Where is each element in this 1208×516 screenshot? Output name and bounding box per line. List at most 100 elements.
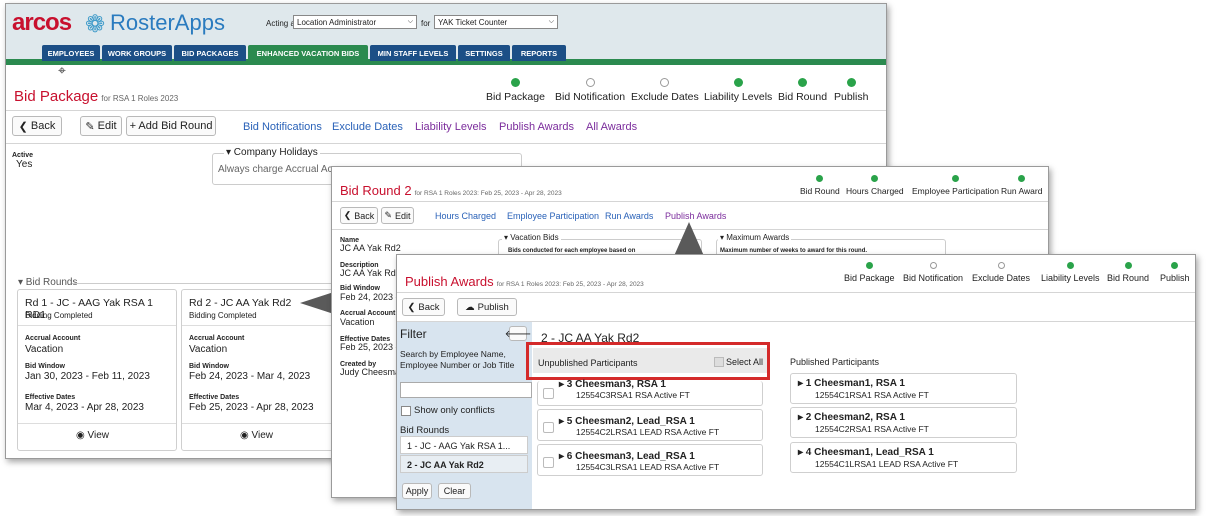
view-button[interactable]: ◉ View <box>240 430 273 441</box>
page-title: Bid Round 2 for RSA 1 Roles 2023: Feb 25… <box>340 183 562 198</box>
page-subtitle: for RSA 1 Roles 2023 <box>101 94 179 103</box>
tab-enhanced-vacation-bids[interactable]: ENHANCED VACATION BIDS <box>248 45 368 61</box>
filter-search-input[interactable] <box>400 382 532 398</box>
bid-rounds-label: Bid Rounds <box>400 425 450 436</box>
bid-window-label: Bid Window <box>340 285 380 292</box>
vacation-bids-title[interactable]: ▾ Vacation Bids <box>502 233 561 242</box>
unpublished-participant[interactable]: ▸ 3 Cheesman3, RSA 1 12554C3RSA1 RSA Act… <box>537 379 763 406</box>
tab-work-groups[interactable]: WORK GROUPS <box>102 45 172 61</box>
participant-detail: 12554C2LRSA1 LEAD RSA Active FT <box>576 427 720 437</box>
divider <box>397 292 1195 293</box>
unpublished-participant[interactable]: ▸ 6 Cheesman3, Lead_RSA 1 12554C3LRSA1 L… <box>537 444 763 476</box>
tab-settings[interactable]: SETTINGS <box>458 45 510 61</box>
participant-detail: 12554C1RSA1 RSA Active FT <box>815 390 929 400</box>
page-title-text: Bid Package <box>14 88 99 105</box>
step-employee-participation: Employee Participation <box>912 175 999 196</box>
link-all-awards[interactable]: All Awards <box>586 121 637 133</box>
active-value: Yes <box>16 159 33 170</box>
link-run-awards[interactable]: Run Awards <box>605 211 653 221</box>
step-bid-notification: Bid Notification <box>555 78 625 103</box>
link-hours-charged[interactable]: Hours Charged <box>435 211 496 221</box>
step-publish: Publish <box>834 78 868 103</box>
step-liability-levels: Liability Levels <box>704 78 772 103</box>
accrual-label: Accrual Account <box>340 310 396 317</box>
role-select[interactable]: Location Administrator ⌵ <box>293 15 417 29</box>
tab-reports[interactable]: REPORTS <box>512 45 566 61</box>
published-participant[interactable]: ▸ 2 Cheesman2, RSA 1 12554C2RSA1 RSA Act… <box>790 407 1017 438</box>
accrual-value: Vacation <box>189 344 228 355</box>
maximum-awards-title[interactable]: ▾ Maximum Awards <box>718 233 792 242</box>
arcos-logo[interactable]: arcos <box>12 9 72 37</box>
bid-round-option-1[interactable]: 1 - JC - AAG Yak RSA 1... <box>400 436 528 454</box>
location-select[interactable]: YAK Ticket Counter ⌵ <box>434 15 558 29</box>
back-button[interactable]: ❮ Back <box>402 298 445 316</box>
show-only-conflicts-label: Show only conflicts <box>414 405 495 416</box>
view-button[interactable]: ◉ View <box>76 430 109 441</box>
eye-icon: ◉ <box>76 430 88 441</box>
bid-window-value: Jan 30, 2023 - Feb 11, 2023 <box>25 371 150 382</box>
link-publish-awards[interactable]: Publish Awards <box>499 121 574 133</box>
tab-min-staff-levels[interactable]: MIN STAFF LEVELS <box>370 45 456 61</box>
step-bid-package: Bid Package <box>844 262 895 283</box>
edit-button[interactable]: ✎ Edit <box>80 116 122 136</box>
step-run-award: Run Award <box>1001 175 1042 196</box>
apply-button[interactable]: Apply <box>402 483 432 499</box>
back-button[interactable]: ❮ Back <box>340 207 378 224</box>
check-icon <box>1124 262 1132 269</box>
divider <box>6 110 886 111</box>
divider <box>332 201 1048 202</box>
chevron-down-icon: ⌵ <box>548 18 554 25</box>
show-only-conflicts-checkbox[interactable] <box>401 406 411 416</box>
rosterapps-logo-icon: ❁ <box>85 11 106 38</box>
bid-round-option-2[interactable]: 2 - JC AA Yak Rd2 <box>400 455 528 473</box>
participant-name: ▸ 5 Cheesman2, Lead_RSA 1 <box>559 416 695 427</box>
participant-checkbox[interactable] <box>543 422 554 433</box>
arrow-left-icon: 🡐 <box>504 328 532 340</box>
link-exclude-dates[interactable]: Exclude Dates <box>332 121 403 133</box>
participant-detail: 12554C3LRSA1 LEAD RSA Active FT <box>576 462 720 472</box>
unpublished-participant[interactable]: ▸ 5 Cheesman2, Lead_RSA 1 12554C2LRSA1 L… <box>537 409 763 441</box>
clear-button[interactable]: Clear <box>438 483 471 499</box>
chevron-left-icon: ❮ <box>18 120 28 133</box>
step-bid-round: Bid Round <box>800 175 840 196</box>
published-participant[interactable]: ▸ 1 Cheesman1, RSA 1 12554C1RSA1 RSA Act… <box>790 373 1017 404</box>
link-liability-levels[interactable]: Liability Levels <box>415 121 487 133</box>
participant-checkbox[interactable] <box>543 388 554 399</box>
edit-button[interactable]: ✎ Edit <box>381 207 414 224</box>
active-label: Active <box>12 152 34 159</box>
accrual-value: Vacation <box>25 344 64 355</box>
bid-rounds-title[interactable]: ▾ Bid Rounds <box>18 277 78 288</box>
page-subtitle: for RSA 1 Roles 2023: Feb 25, 2023 - Apr… <box>496 281 644 288</box>
pencil-icon: ✎ <box>384 210 393 220</box>
round-status: Bidding Completed <box>189 311 257 320</box>
page-title-text: Publish Awards <box>405 274 494 289</box>
chevron-left-icon: ❮ <box>407 301 416 313</box>
step-bid-round: Bid Round <box>1107 262 1149 283</box>
circle-icon <box>585 78 595 87</box>
circle-icon <box>929 262 937 269</box>
link-employee-participation[interactable]: Employee Participation <box>507 211 599 221</box>
add-bid-round-button[interactable]: + Add Bid Round <box>126 116 216 136</box>
participant-detail: 12554C2RSA1 RSA Active FT <box>815 424 929 434</box>
collapse-filter-button[interactable]: 🡐 <box>505 326 531 341</box>
page-title: Publish Awards for RSA 1 Roles 2023: Feb… <box>405 274 644 289</box>
link-publish-awards[interactable]: Publish Awards <box>665 211 726 221</box>
check-icon <box>733 78 743 87</box>
page-title-text: Bid Round 2 <box>340 183 412 198</box>
divider <box>18 423 176 424</box>
published-participant[interactable]: ▸ 4 Cheesman1, Lead_RSA 1 12554C1LRSA1 L… <box>790 442 1017 473</box>
step-bid-notification: Bid Notification <box>903 262 963 283</box>
participant-checkbox[interactable] <box>543 457 554 468</box>
tab-bid-packages[interactable]: BID PACKAGES <box>174 45 246 61</box>
tab-employees[interactable]: EMPLOYEES <box>42 45 100 61</box>
back-button[interactable]: ❮ Back <box>12 116 62 136</box>
publish-button[interactable]: ☁ Publish <box>457 298 517 316</box>
check-icon <box>846 78 856 87</box>
description-value: JC AA Yak Rd2 <box>340 268 401 278</box>
step-hours-charged: Hours Charged <box>846 175 904 196</box>
company-holidays-title[interactable]: ▾ Company Holidays <box>224 147 320 158</box>
divider <box>182 423 340 424</box>
link-bid-notifications[interactable]: Bid Notifications <box>243 121 322 133</box>
check-icon <box>510 78 520 87</box>
bid-rounds-line <box>72 283 352 284</box>
